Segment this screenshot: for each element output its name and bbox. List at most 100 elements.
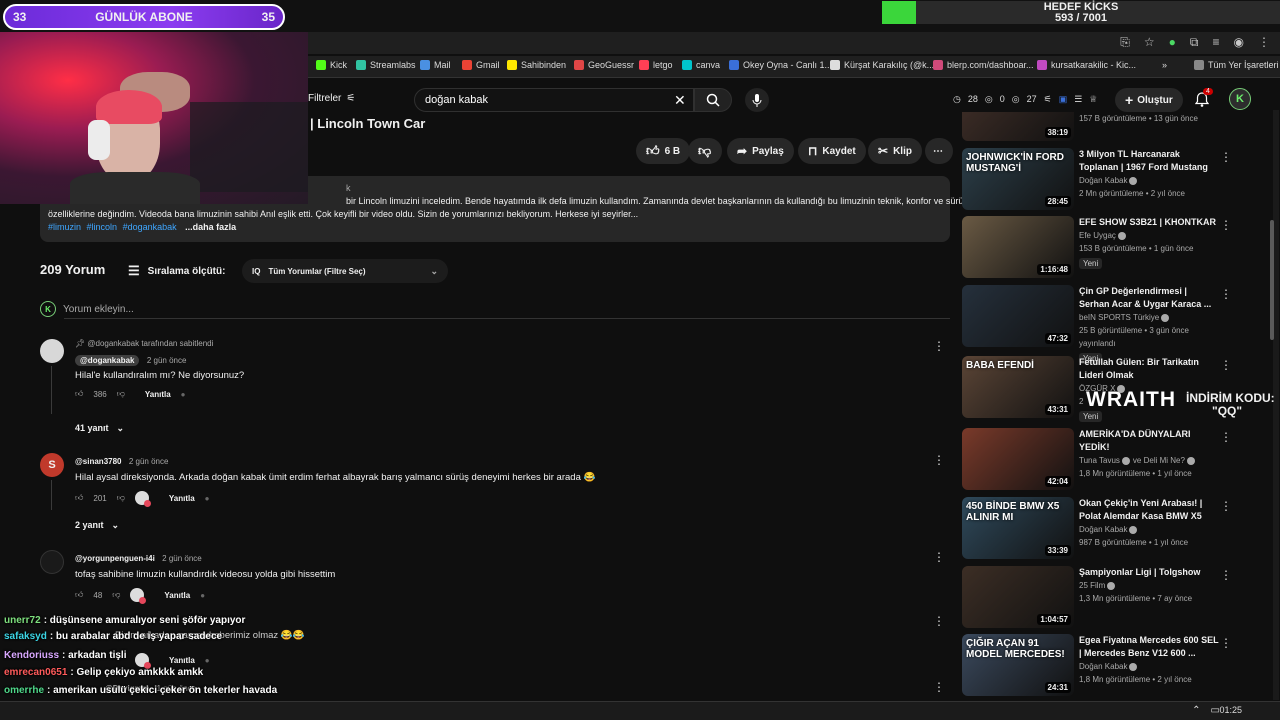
recommended-video[interactable]: 38:19 157 B görüntüleme • 13 gün önce <box>962 112 1262 142</box>
recommended-video-title[interactable]: Egea Fiyatına Mercedes 600 SEL | Mercede… <box>1079 634 1219 660</box>
thumbs-up-icon[interactable]: 👍︎ <box>75 389 83 399</box>
bookmark-item[interactable]: canva <box>682 60 720 70</box>
add-comment-row[interactable]: K Yorum ekleyin... <box>40 299 950 319</box>
bookmark-item[interactable]: » <box>1162 60 1167 70</box>
recommended-channel[interactable]: Doğan Kabak <box>1079 523 1219 536</box>
extension-badge-icon[interactable]: ▣ <box>1059 94 1068 105</box>
reply-button[interactable]: Yanıtla <box>164 591 190 600</box>
notifications-button[interactable]: 4 <box>1194 88 1213 110</box>
create-button[interactable]: + Oluştur <box>1115 88 1183 112</box>
recommended-channel[interactable]: Efe Uygaç <box>1079 229 1219 242</box>
video-thumbnail[interactable]: ÇIĞIR AÇAN 91 MODEL MERCEDES! 24:31 <box>962 634 1074 696</box>
recommended-channel[interactable]: beIN SPORTS Türkiye <box>1079 311 1219 324</box>
list-icon[interactable]: ☰ <box>1074 94 1082 105</box>
recommended-video-title[interactable]: EFE SHOW S3B21 | KHONTKAR <box>1079 216 1219 229</box>
bookmark-item[interactable]: kursatkarakilic - Kic... <box>1037 60 1136 70</box>
profile-icon[interactable]: ◉ <box>1234 35 1244 50</box>
extension-dot-icon[interactable]: ● <box>205 494 210 503</box>
comment-menu-icon[interactable]: ⋮ <box>933 550 945 564</box>
clear-search-icon[interactable]: ✕ <box>674 92 686 109</box>
page-scrollbar-track[interactable] <box>1273 110 1279 700</box>
bookmark-item[interactable]: Kürşat Karakılıç (@k... <box>830 60 934 70</box>
thumbs-down-icon[interactable]: 👎︎ <box>117 493 125 503</box>
account-avatar[interactable]: K <box>1229 88 1251 110</box>
recommended-video[interactable]: ÇIĞIR AÇAN 91 MODEL MERCEDES! 24:31 Egea F… <box>962 634 1262 698</box>
bookmark-item[interactable]: Okey Oyna - Canlı 1... <box>729 60 832 70</box>
more-actions-button[interactable]: ⋯ <box>925 138 953 164</box>
video-menu-icon[interactable]: ⋮ <box>1220 150 1232 164</box>
search-button[interactable] <box>694 88 732 112</box>
recommended-channel[interactable]: Doğan Kabak <box>1079 174 1219 187</box>
video-menu-icon[interactable]: ⋮ <box>1220 287 1232 301</box>
commenter-avatar[interactable] <box>40 550 64 574</box>
video-thumbnail[interactable]: 1:04:57 <box>962 566 1074 628</box>
comment-author[interactable]: @yorgunpenguen-i4i <box>75 554 155 563</box>
recommended-video[interactable]: 42:04 AMERİKA'DA DÜNYALARI YEDİK! Tuna Tav… <box>962 428 1262 492</box>
show-replies-button[interactable]: 41 yanıt ⌄ <box>75 423 124 434</box>
extension-dot-icon[interactable]: ● <box>205 656 210 665</box>
bookmark-item[interactable]: Streamlabs <box>356 60 416 70</box>
video-menu-icon[interactable]: ⋮ <box>1220 218 1232 232</box>
extension-dot-icon[interactable]: ● <box>200 591 205 600</box>
bookmark-item[interactable]: Mail <box>420 60 451 70</box>
bookmark-item[interactable]: Gmail <box>462 60 500 70</box>
comment-menu-icon[interactable]: ⋮ <box>933 614 945 628</box>
search-box[interactable] <box>414 88 694 112</box>
hashtag-link[interactable]: #dogankabak <box>123 222 177 232</box>
voice-search-button[interactable] <box>745 88 769 112</box>
comment-time[interactable]: 2 gün önce <box>162 554 202 563</box>
thumbs-up-icon[interactable]: 👍︎ <box>75 590 83 600</box>
browser-menu-icon[interactable]: ⋮ <box>1258 35 1270 50</box>
video-menu-icon[interactable]: ⋮ <box>1220 358 1232 372</box>
extension-icon[interactable]: ● <box>1169 35 1176 50</box>
bookmark-item[interactable]: letgo <box>639 60 673 70</box>
show-more-link[interactable]: ...daha fazla <box>185 222 236 232</box>
bookmark-item[interactable]: Sahibinden <box>507 60 566 70</box>
comment-menu-icon[interactable]: ⋮ <box>933 680 945 694</box>
comment-filter-dropdown[interactable]: IQ Tüm Yorumlar (Filtre Seç) ⌄ <box>242 259 448 283</box>
recommended-channel[interactable]: Doğan Kabak <box>1079 660 1219 673</box>
bookmark-item[interactable]: blerp.com/dashboar... <box>933 60 1034 70</box>
page-scrollbar-thumb[interactable] <box>1270 220 1274 340</box>
bookmark-item[interactable]: GeoGuessr <box>574 60 634 70</box>
recommended-video-title[interactable]: AMERİKA'DA DÜNYALARI YEDİK! <box>1079 428 1219 454</box>
reply-button[interactable]: Yanıtla <box>169 494 195 503</box>
recommended-video[interactable]: 1:04:57 Şampiyonlar Ligi | Tolgshow 25 Fil… <box>962 566 1262 630</box>
reply-button[interactable]: Yanıtla <box>169 656 195 665</box>
comment-menu-icon[interactable]: ⋮ <box>933 339 945 353</box>
comment-time[interactable]: 2 gün önce <box>129 457 169 466</box>
video-menu-icon[interactable]: ⋮ <box>1220 636 1232 650</box>
dislike-button[interactable]: 👎︎ <box>688 138 722 164</box>
extensions-puzzle-icon[interactable]: ⧉ <box>1190 35 1199 50</box>
bookmark-star-icon[interactable]: ☆ <box>1144 35 1155 50</box>
comment-menu-icon[interactable]: ⋮ <box>933 453 945 467</box>
share-button[interactable]: ➦ Paylaş <box>727 138 794 164</box>
recommended-video-title[interactable]: Şampiyonlar Ligi | Tolgshow <box>1079 566 1219 579</box>
video-thumbnail[interactable]: BABA EFENDİ 43:31 <box>962 356 1074 418</box>
video-thumbnail[interactable]: 47:32 <box>962 285 1074 347</box>
extension-dot-icon[interactable]: ● <box>181 390 186 399</box>
video-thumbnail[interactable]: 450 BİNDE BMW X5 ALINIR MI 33:39 <box>962 497 1074 559</box>
comment-author[interactable]: @sinan3780 <box>75 457 122 466</box>
video-menu-icon[interactable]: ⋮ <box>1220 499 1232 513</box>
bookmark-item[interactable]: Tüm Yer İşaretleri <box>1194 60 1279 70</box>
sort-comments-button[interactable]: ☰ Sıralama ölçütü: <box>128 263 225 279</box>
recommended-video[interactable]: 47:32 Çin GP Değerlendirmesi | Serhan Aca… <box>962 285 1262 364</box>
video-thumbnail[interactable]: JOHNWICK'İN FORD MUSTANG'İ 28:45 <box>962 148 1074 210</box>
video-thumbnail[interactable]: 1:16:48 <box>962 216 1074 278</box>
search-input[interactable] <box>425 94 683 106</box>
sliders-icon[interactable]: ⚟ <box>1044 94 1052 105</box>
commenter-avatar[interactable] <box>40 339 64 363</box>
recommended-video-title[interactable]: 3 Milyon TL Harcanarak Toplanan | 1967 F… <box>1079 148 1219 174</box>
commenter-avatar[interactable]: S <box>40 453 64 477</box>
recommended-video-title[interactable]: Fetullah Gülen: Bir Tarikatın Lideri Olm… <box>1079 356 1219 382</box>
thumbs-down-icon[interactable]: 👎︎ <box>112 590 120 600</box>
comment-author[interactable]: @dogankabak <box>75 355 140 366</box>
install-app-icon[interactable]: ⎘ <box>1120 35 1130 50</box>
filters-button[interactable]: Filtreler ⚟ <box>308 93 355 104</box>
thumbs-down-icon[interactable]: 👎︎ <box>117 389 125 399</box>
recommended-video[interactable]: 1:16:48 EFE SHOW S3B21 | KHONTKAR Efe Uyga… <box>962 216 1262 280</box>
trophy-icon[interactable]: ♕ <box>1089 94 1097 105</box>
add-comment-input[interactable]: Yorum ekleyin... <box>63 304 134 315</box>
hashtag-link[interactable]: #limuzin <box>48 222 81 232</box>
